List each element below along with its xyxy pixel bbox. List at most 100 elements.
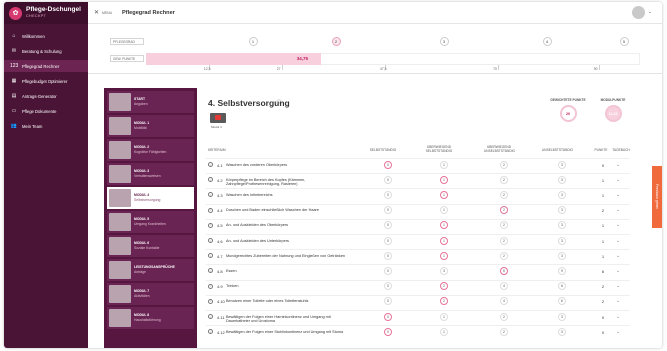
rating-option[interactable]: 6 bbox=[500, 266, 508, 275]
chevron-down-icon[interactable]: ⌄ bbox=[616, 314, 620, 320]
menu-button[interactable]: ✕ MENU bbox=[94, 9, 112, 16]
info-icon[interactable]: i bbox=[208, 329, 213, 335]
chevron-down-icon[interactable]: ⌄ bbox=[616, 192, 620, 198]
module-item[interactable]: MODUL 5 Umgang Krankheiten bbox=[107, 211, 194, 233]
rating-option[interactable]: 6 bbox=[558, 282, 566, 291]
info-icon[interactable]: i bbox=[208, 177, 213, 183]
pflegegrad-4[interactable]: 4 bbox=[542, 37, 552, 46]
rating-option[interactable]: 4 bbox=[500, 297, 508, 306]
module-item[interactable]: MODUL 4 Selbstversorgung bbox=[107, 187, 194, 209]
rating-option[interactable]: 3 bbox=[558, 327, 566, 336]
info-icon[interactable]: i bbox=[208, 207, 213, 213]
rating-option[interactable]: 3 bbox=[558, 175, 566, 184]
info-icon[interactable]: i bbox=[208, 314, 213, 319]
chevron-down-icon[interactable]: ⌄ bbox=[616, 207, 620, 213]
rating-option[interactable]: 0 bbox=[384, 327, 392, 336]
pflegegrad-5[interactable]: 5 bbox=[619, 37, 629, 46]
sidebar-item[interactable]: ⌂ Willkommen bbox=[4, 30, 88, 42]
chevron-down-icon[interactable]: ⌄ bbox=[616, 238, 620, 244]
sidebar-item[interactable]: ▭ Pflege Dokumente bbox=[4, 105, 88, 117]
chevron-down-icon[interactable]: ⌄ bbox=[616, 177, 620, 183]
module-item[interactable]: START Angaben bbox=[107, 91, 194, 113]
rating-option[interactable]: 1 bbox=[440, 236, 448, 245]
info-icon[interactable]: i bbox=[208, 222, 213, 228]
rating-option[interactable]: 0 bbox=[384, 312, 392, 321]
pflegegrad-2[interactable]: 2 bbox=[331, 37, 341, 46]
pflegegrad-3[interactable]: 3 bbox=[439, 37, 449, 46]
rating-option[interactable]: 1 bbox=[440, 160, 448, 169]
rating-option[interactable]: 1 bbox=[440, 251, 448, 260]
module-item[interactable]: LEISTUNGSANSPRÜCHE Anträge bbox=[107, 259, 194, 281]
rating-option[interactable]: 2 bbox=[500, 175, 508, 184]
rating-option[interactable]: 6 bbox=[558, 297, 566, 306]
rating-option[interactable]: 0 bbox=[384, 236, 392, 245]
info-icon[interactable]: i bbox=[208, 298, 213, 304]
rating-option[interactable]: 1 bbox=[440, 206, 448, 215]
rating-option[interactable]: 2 bbox=[500, 236, 508, 245]
sidebar-item[interactable]: ✉ Beratung & Schulung bbox=[4, 45, 88, 57]
rating-option[interactable]: 3 bbox=[558, 221, 566, 230]
sidebar-item[interactable]: 👥 Mein Team bbox=[4, 120, 88, 132]
rating-option[interactable]: 3 bbox=[558, 236, 566, 245]
rating-option[interactable]: 3 bbox=[558, 206, 566, 215]
rating-option[interactable]: 3 bbox=[440, 266, 448, 275]
module-item[interactable]: MODUL 1 Mobilität bbox=[107, 115, 194, 137]
rating-option[interactable]: 1 bbox=[440, 221, 448, 230]
rating-option[interactable]: 9 bbox=[558, 266, 566, 275]
info-icon[interactable]: ⓘ bbox=[276, 98, 282, 107]
module-item[interactable]: MODUL 8 Haushaltsführung bbox=[107, 307, 194, 329]
rating-option[interactable]: 0 bbox=[384, 282, 392, 291]
module-item[interactable]: MODUL 7 Aktivitäten bbox=[107, 283, 194, 305]
pflegegrad-1[interactable]: 1 bbox=[248, 37, 258, 46]
rating-option[interactable]: 2 bbox=[440, 282, 448, 291]
rating-option[interactable]: 1 bbox=[440, 175, 448, 184]
module-item[interactable]: MODUL 2 Kognitive Fähigkeiten bbox=[107, 139, 194, 161]
rating-option[interactable]: 1 bbox=[440, 312, 448, 321]
rating-option[interactable]: 4 bbox=[500, 282, 508, 291]
info-icon[interactable]: i bbox=[208, 238, 213, 243]
rating-option[interactable]: 2 bbox=[500, 190, 508, 199]
sidebar-item[interactable]: ▦ Pflegebudget Optimierer bbox=[4, 75, 88, 87]
rating-option[interactable]: 2 bbox=[500, 160, 508, 169]
rating-option[interactable]: 0 bbox=[384, 297, 392, 306]
info-icon[interactable]: i bbox=[208, 162, 213, 167]
rating-option[interactable]: 0 bbox=[384, 160, 392, 169]
info-icon[interactable]: i bbox=[208, 283, 213, 289]
chevron-down-icon[interactable]: ⌄ bbox=[616, 253, 620, 259]
rating-option[interactable]: 2 bbox=[500, 221, 508, 230]
chevron-down-icon[interactable]: ⌄ bbox=[616, 329, 620, 335]
rating-option[interactable]: 0 bbox=[384, 206, 392, 215]
module-item[interactable]: MODUL 6 Soziale Kontakte bbox=[107, 235, 194, 257]
rating-option[interactable]: 2 bbox=[500, 206, 508, 215]
sidebar-item[interactable]: 123 Pflegegrad Rechner bbox=[4, 60, 88, 72]
feedback-button[interactable]: Feedback geben bbox=[652, 166, 662, 228]
rating-option[interactable]: 2 bbox=[500, 312, 508, 321]
chevron-down-icon[interactable]: ⌄ bbox=[616, 268, 620, 274]
rating-option[interactable]: 2 bbox=[500, 327, 508, 336]
info-icon[interactable]: i bbox=[208, 268, 213, 274]
brand[interactable]: ✿ Pflege-Dschungel CHECKPT bbox=[4, 2, 88, 24]
rating-option[interactable]: 3 bbox=[558, 190, 566, 199]
rating-option[interactable]: 0 bbox=[384, 221, 392, 230]
rating-option[interactable]: 2 bbox=[500, 251, 508, 260]
chevron-down-icon[interactable]: ⌄ bbox=[616, 222, 620, 228]
rating-option[interactable]: 1 bbox=[440, 190, 448, 199]
rating-option[interactable]: 0 bbox=[384, 251, 392, 260]
avatar[interactable] bbox=[632, 6, 645, 19]
chevron-down-icon[interactable]: ⌄ bbox=[648, 9, 652, 15]
chevron-down-icon[interactable]: ⌄ bbox=[616, 298, 620, 304]
rating-option[interactable]: 3 bbox=[558, 160, 566, 169]
rating-option[interactable]: 3 bbox=[558, 251, 566, 260]
rating-option[interactable]: 0 bbox=[384, 175, 392, 184]
sidebar-item[interactable]: ▤ Antrags-Generator bbox=[4, 90, 88, 102]
rating-option[interactable]: 0 bbox=[384, 190, 392, 199]
module-item[interactable]: MODUL 3 Verhaltensweisen bbox=[107, 163, 194, 185]
chevron-down-icon[interactable]: ⌄ bbox=[616, 283, 620, 289]
rating-option[interactable]: 1 bbox=[440, 327, 448, 336]
rating-option[interactable]: 0 bbox=[384, 266, 392, 275]
info-icon[interactable]: i bbox=[208, 253, 213, 259]
play-icon[interactable] bbox=[215, 115, 221, 120]
info-icon[interactable]: i bbox=[208, 192, 213, 198]
rating-option[interactable]: 2 bbox=[440, 297, 448, 306]
chevron-down-icon[interactable]: ⌄ bbox=[616, 162, 620, 168]
